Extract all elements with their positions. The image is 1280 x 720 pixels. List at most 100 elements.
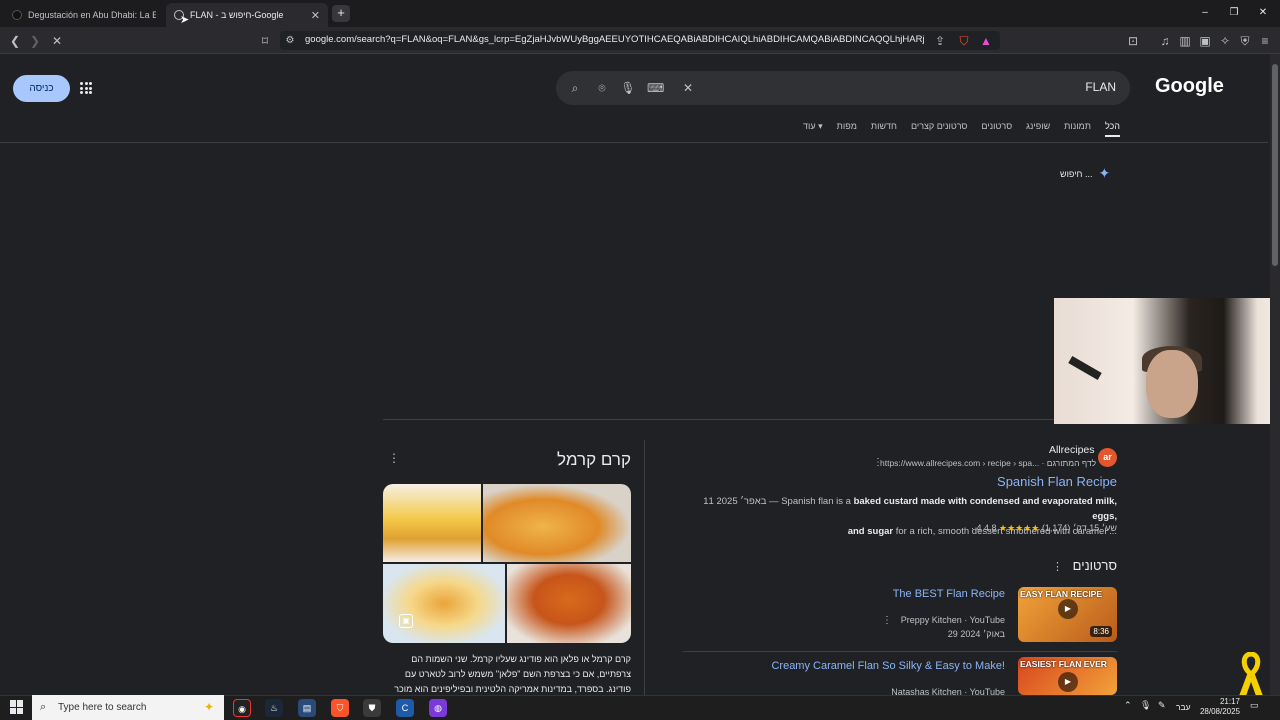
lens-icon[interactable]: ⌾ xyxy=(594,80,610,96)
tab-images[interactable]: תמונות xyxy=(1064,121,1091,137)
brave-browser-icon[interactable]: ⛉ xyxy=(331,699,349,717)
column-divider xyxy=(644,440,645,695)
tiktok-icon xyxy=(12,10,22,20)
microphone-icon[interactable]: 🎙 xyxy=(620,80,636,96)
leo-ai-icon[interactable]: ✧ xyxy=(1217,33,1233,49)
url-text[interactable]: google.com/search?q=FLAN&oq=FLAN&gs_lcrp… xyxy=(305,34,925,45)
close-window-button[interactable]: ✕ xyxy=(1253,5,1273,21)
flan-image-4[interactable] xyxy=(507,564,631,643)
tab-flan[interactable]: FLAN - חיפוש ב-Google ✕ xyxy=(166,3,328,27)
stop-loading-icon[interactable]: ✕ xyxy=(49,33,65,49)
tray-clock[interactable]: 21:17 28/08/2025 xyxy=(1196,697,1240,717)
new-tab-button[interactable]: + xyxy=(332,5,350,22)
shield-app-icon[interactable]: ⛊ xyxy=(363,699,381,717)
play-icon: ▶ xyxy=(1058,599,1078,619)
result-site-name[interactable]: Allrecipes xyxy=(1049,444,1095,456)
video-title-link[interactable]: Creamy Caramel Flan So Silky & Easy to M… xyxy=(740,660,1005,672)
video-menu-icon[interactable]: ⋮ xyxy=(882,615,892,626)
result-breadcrumb[interactable]: https://www.allrecipes.com › recipe › sp… xyxy=(880,458,1096,468)
search-nav-tabs: הכל תמונות שופינג סרטונים סרטונים קצרים … xyxy=(780,121,1120,137)
taskbar-search-input[interactable]: ⌕ Type here to search ✦ xyxy=(32,695,224,720)
search-input[interactable]: FLAN xyxy=(1060,80,1116,94)
vpn-icon[interactable]: ⛨ xyxy=(1237,33,1253,49)
brave-rewards-icon[interactable]: ▲ xyxy=(978,33,994,49)
bookmark-icon[interactable]: ⌑ xyxy=(257,33,273,49)
tab-shopping[interactable]: שופינג xyxy=(1026,121,1050,137)
result-rating: · 4 שע׳ 15 דק׳ (1,174) ★★★★★ 4.8 xyxy=(880,523,1117,534)
video-duration: 8:36 xyxy=(1090,626,1112,637)
knowledge-panel-images[interactable]: ▣ xyxy=(383,484,631,643)
media-icon[interactable]: ♫ xyxy=(1157,33,1173,49)
tab-more-label: עוד xyxy=(803,121,816,131)
scrollbar-thumb[interactable] xyxy=(1272,64,1278,266)
close-tab-icon[interactable]: ✕ xyxy=(311,9,320,22)
thumbnail-caption: EASY FLAN RECIPE xyxy=(1020,589,1103,599)
tray-language[interactable]: עבר xyxy=(1176,702,1191,712)
minimize-button[interactable]: – xyxy=(1195,5,1215,21)
search-icon[interactable]: ⌕ xyxy=(567,80,583,96)
wallet-icon[interactable]: ▣ xyxy=(1197,33,1213,49)
app-icon[interactable]: ▤ xyxy=(298,699,316,717)
snippet-bold-1: baked custard made with condensed and ev… xyxy=(853,496,1117,522)
rating-count: (1,174) xyxy=(1041,523,1071,533)
sparkle-icon: ✦ xyxy=(1098,165,1111,181)
sidebar-icon[interactable]: ▥ xyxy=(1177,33,1193,49)
restore-button[interactable]: ❐ xyxy=(1224,5,1244,21)
allrecipes-logo[interactable]: ar xyxy=(1098,448,1117,467)
tab-more[interactable]: עוד ▾ xyxy=(803,121,823,137)
video-thumbnail[interactable]: EASY FLAN RECIPE ▶ 8:36 xyxy=(1018,587,1117,642)
tab-all[interactable]: הכל xyxy=(1104,121,1120,137)
forward-icon[interactable]: ❯ xyxy=(27,33,43,49)
menu-icon[interactable]: ≡ xyxy=(1257,33,1273,49)
flan-image-1[interactable] xyxy=(383,484,481,562)
star-rating-icon: ★★★★★ xyxy=(999,523,1040,533)
video-date: 29 באוק׳ 2024 xyxy=(947,629,1005,639)
editor-app-icon[interactable]: C xyxy=(396,699,414,717)
tray-chevron-icon[interactable]: ⌃ xyxy=(1124,700,1132,711)
flan-image-3[interactable] xyxy=(383,564,505,643)
rating-value: 4.8 xyxy=(984,523,997,533)
back-icon[interactable]: ❮ xyxy=(7,33,23,49)
notification-icon[interactable]: ▭ xyxy=(1250,700,1259,711)
site-settings-icon[interactable]: ⚙ xyxy=(282,33,298,49)
tray-mic-icon[interactable]: 🎙 xyxy=(1140,700,1151,711)
nav-divider xyxy=(0,142,1268,143)
messenger-app-icon[interactable]: ◍ xyxy=(429,699,447,717)
yellow-ribbon-icon xyxy=(1239,652,1263,696)
flan-image-2[interactable] xyxy=(483,484,631,562)
result-title-link[interactable]: Spanish Flan Recipe xyxy=(930,474,1117,489)
tab-maps[interactable]: מפות xyxy=(837,121,857,137)
obs-icon[interactable]: ◉ xyxy=(233,699,251,717)
chevron-down-icon: ▾ xyxy=(818,121,823,131)
video-thumbnail[interactable]: EASIEST FLAN EVER ▶ xyxy=(1018,657,1117,695)
keyboard-icon[interactable]: ⌨ xyxy=(647,80,664,96)
ai-mode-label: חיפוש ... xyxy=(1060,168,1093,179)
steam-icon[interactable]: ♨ xyxy=(265,699,283,717)
thumbnail-caption: EASIEST FLAN EVER xyxy=(1020,659,1107,669)
video-title-link[interactable]: The BEST Flan Recipe xyxy=(840,588,1005,600)
brave-shields-icon[interactable]: ⛉ xyxy=(956,33,972,49)
tab-short-videos[interactable]: סרטונים קצרים xyxy=(911,121,967,137)
taskbar-search-placeholder: Type here to search xyxy=(58,702,147,713)
share-icon[interactable]: ⇪ xyxy=(932,33,948,49)
more-options-icon[interactable]: ⋮ xyxy=(388,451,400,465)
signin-button[interactable]: כניסה xyxy=(13,75,70,102)
video-channel: Preppy Kitchen · YouTube xyxy=(900,615,1005,625)
apps-grid-icon[interactable] xyxy=(80,82,92,94)
result-date: 11 באפר׳ 2025 — xyxy=(703,496,779,507)
ai-mode-button[interactable]: חיפוש ... ✦ xyxy=(1060,165,1110,182)
tab-degustacion[interactable]: Degustación en Abu Dhabi: La Experi xyxy=(4,3,164,27)
clear-search-icon[interactable]: ✕ xyxy=(680,80,696,96)
google-logo[interactable]: Google xyxy=(1155,75,1224,98)
search-icon: ⌕ xyxy=(40,701,47,713)
tab-search-icon[interactable]: ⊡ xyxy=(1125,33,1141,49)
tray-pen-icon[interactable]: ✎ xyxy=(1158,700,1166,711)
videos-menu-icon[interactable]: ⋮ xyxy=(1052,560,1063,573)
search-box[interactable] xyxy=(556,71,1130,105)
videos-heading: סרטונים xyxy=(1072,558,1117,573)
windows-start-icon[interactable] xyxy=(10,700,24,714)
tab-videos[interactable]: סרטונים xyxy=(981,121,1012,137)
image-gallery-icon[interactable]: ▣ xyxy=(399,614,413,628)
search-highlight-icon: ✦ xyxy=(203,700,214,714)
tab-news[interactable]: חדשות xyxy=(871,121,897,137)
